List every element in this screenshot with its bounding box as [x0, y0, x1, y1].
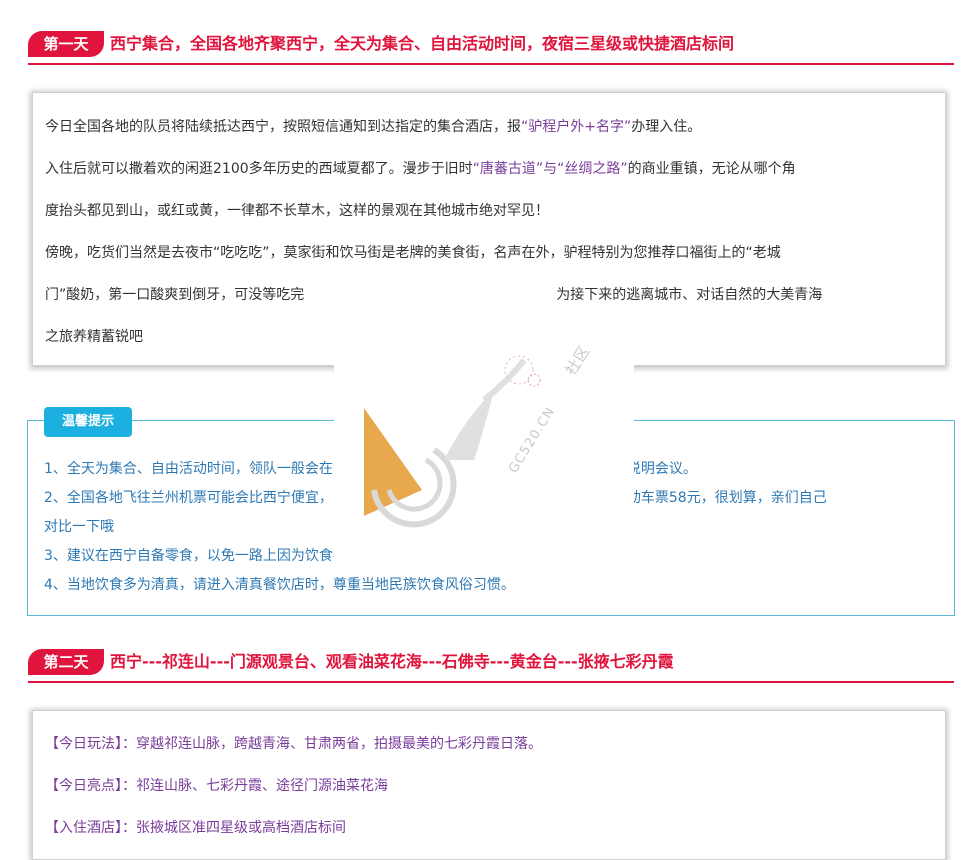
tips-badge: 温馨提示 [44, 407, 132, 437]
day1-paragraph-4: 傍晚，吃货们当然是去夜市“吃吃吃”，莫家街和饮马街是老牌的美食街，名声在外，驴程… [45, 245, 781, 261]
day1-badge: 第一天 [28, 31, 104, 57]
day1-description-card: 今日全国各地的队员将陆续抵达西宁，按照短信通知到达指定的集合酒店，报“驴程户外+… [32, 92, 946, 366]
day1-paragraph-1: 今日全国各地的队员将陆续抵达西宁，按照短信通知到达指定的集合酒店，报“驴程户外+… [45, 119, 702, 135]
day2-info-card: 【今日玩法】：穿越祁连山脉，跨越青海、甘肃两省，拍摄最美的七彩丹霞日落。 【今日… [32, 710, 946, 860]
watermark-logo-icon [364, 355, 541, 528]
day2-badge: 第二天 [28, 649, 104, 675]
day1-header: 第一天 西宁集合，全国各地齐聚西宁，全天为集合、自由活动时间，夜宿三星级或快捷酒… [28, 31, 954, 65]
day1-paragraph-3: 度抬头都见到山，或红或黄，一律都不长草木，这样的景观在其他城市绝对罕见！ [45, 203, 549, 219]
day2-row-hotel: 【入住酒店】：张掖城区准四星级或高档酒店标间 [45, 820, 346, 836]
day1-paragraph-5: 门”酸奶，第一口酸爽到倒牙，可没等吃完 为接下来的逃离城市、对话自然的大美青海 [45, 287, 823, 303]
day1-paragraph-2: 入住后就可以撒着欢的闲逛2100多年历史的西域夏都了。漫步于旧时“唐蕃古道”与“… [45, 161, 796, 177]
watermark-overlay: GC520.CN 社区 [334, 340, 634, 576]
day2-header: 第二天 西宁---祁连山---门源观景台、观看油菜花海---石佛寺---黄金台-… [28, 649, 954, 683]
day1-title: 西宁集合，全国各地齐聚西宁，全天为集合、自由活动时间，夜宿三星级或快捷酒店标间 [110, 34, 735, 53]
day2-row-play: 【今日玩法】：穿越祁连山脉，跨越青海、甘肃两省，拍摄最美的七彩丹霞日落。 [45, 736, 542, 752]
day2-title: 西宁---祁连山---门源观景台、观看油菜花海---石佛寺---黄金台---张掖… [110, 652, 674, 671]
day2-row-highlight: 【今日亮点】：祁连山脉、七彩丹霞、途径门源油菜花海 [45, 778, 388, 794]
